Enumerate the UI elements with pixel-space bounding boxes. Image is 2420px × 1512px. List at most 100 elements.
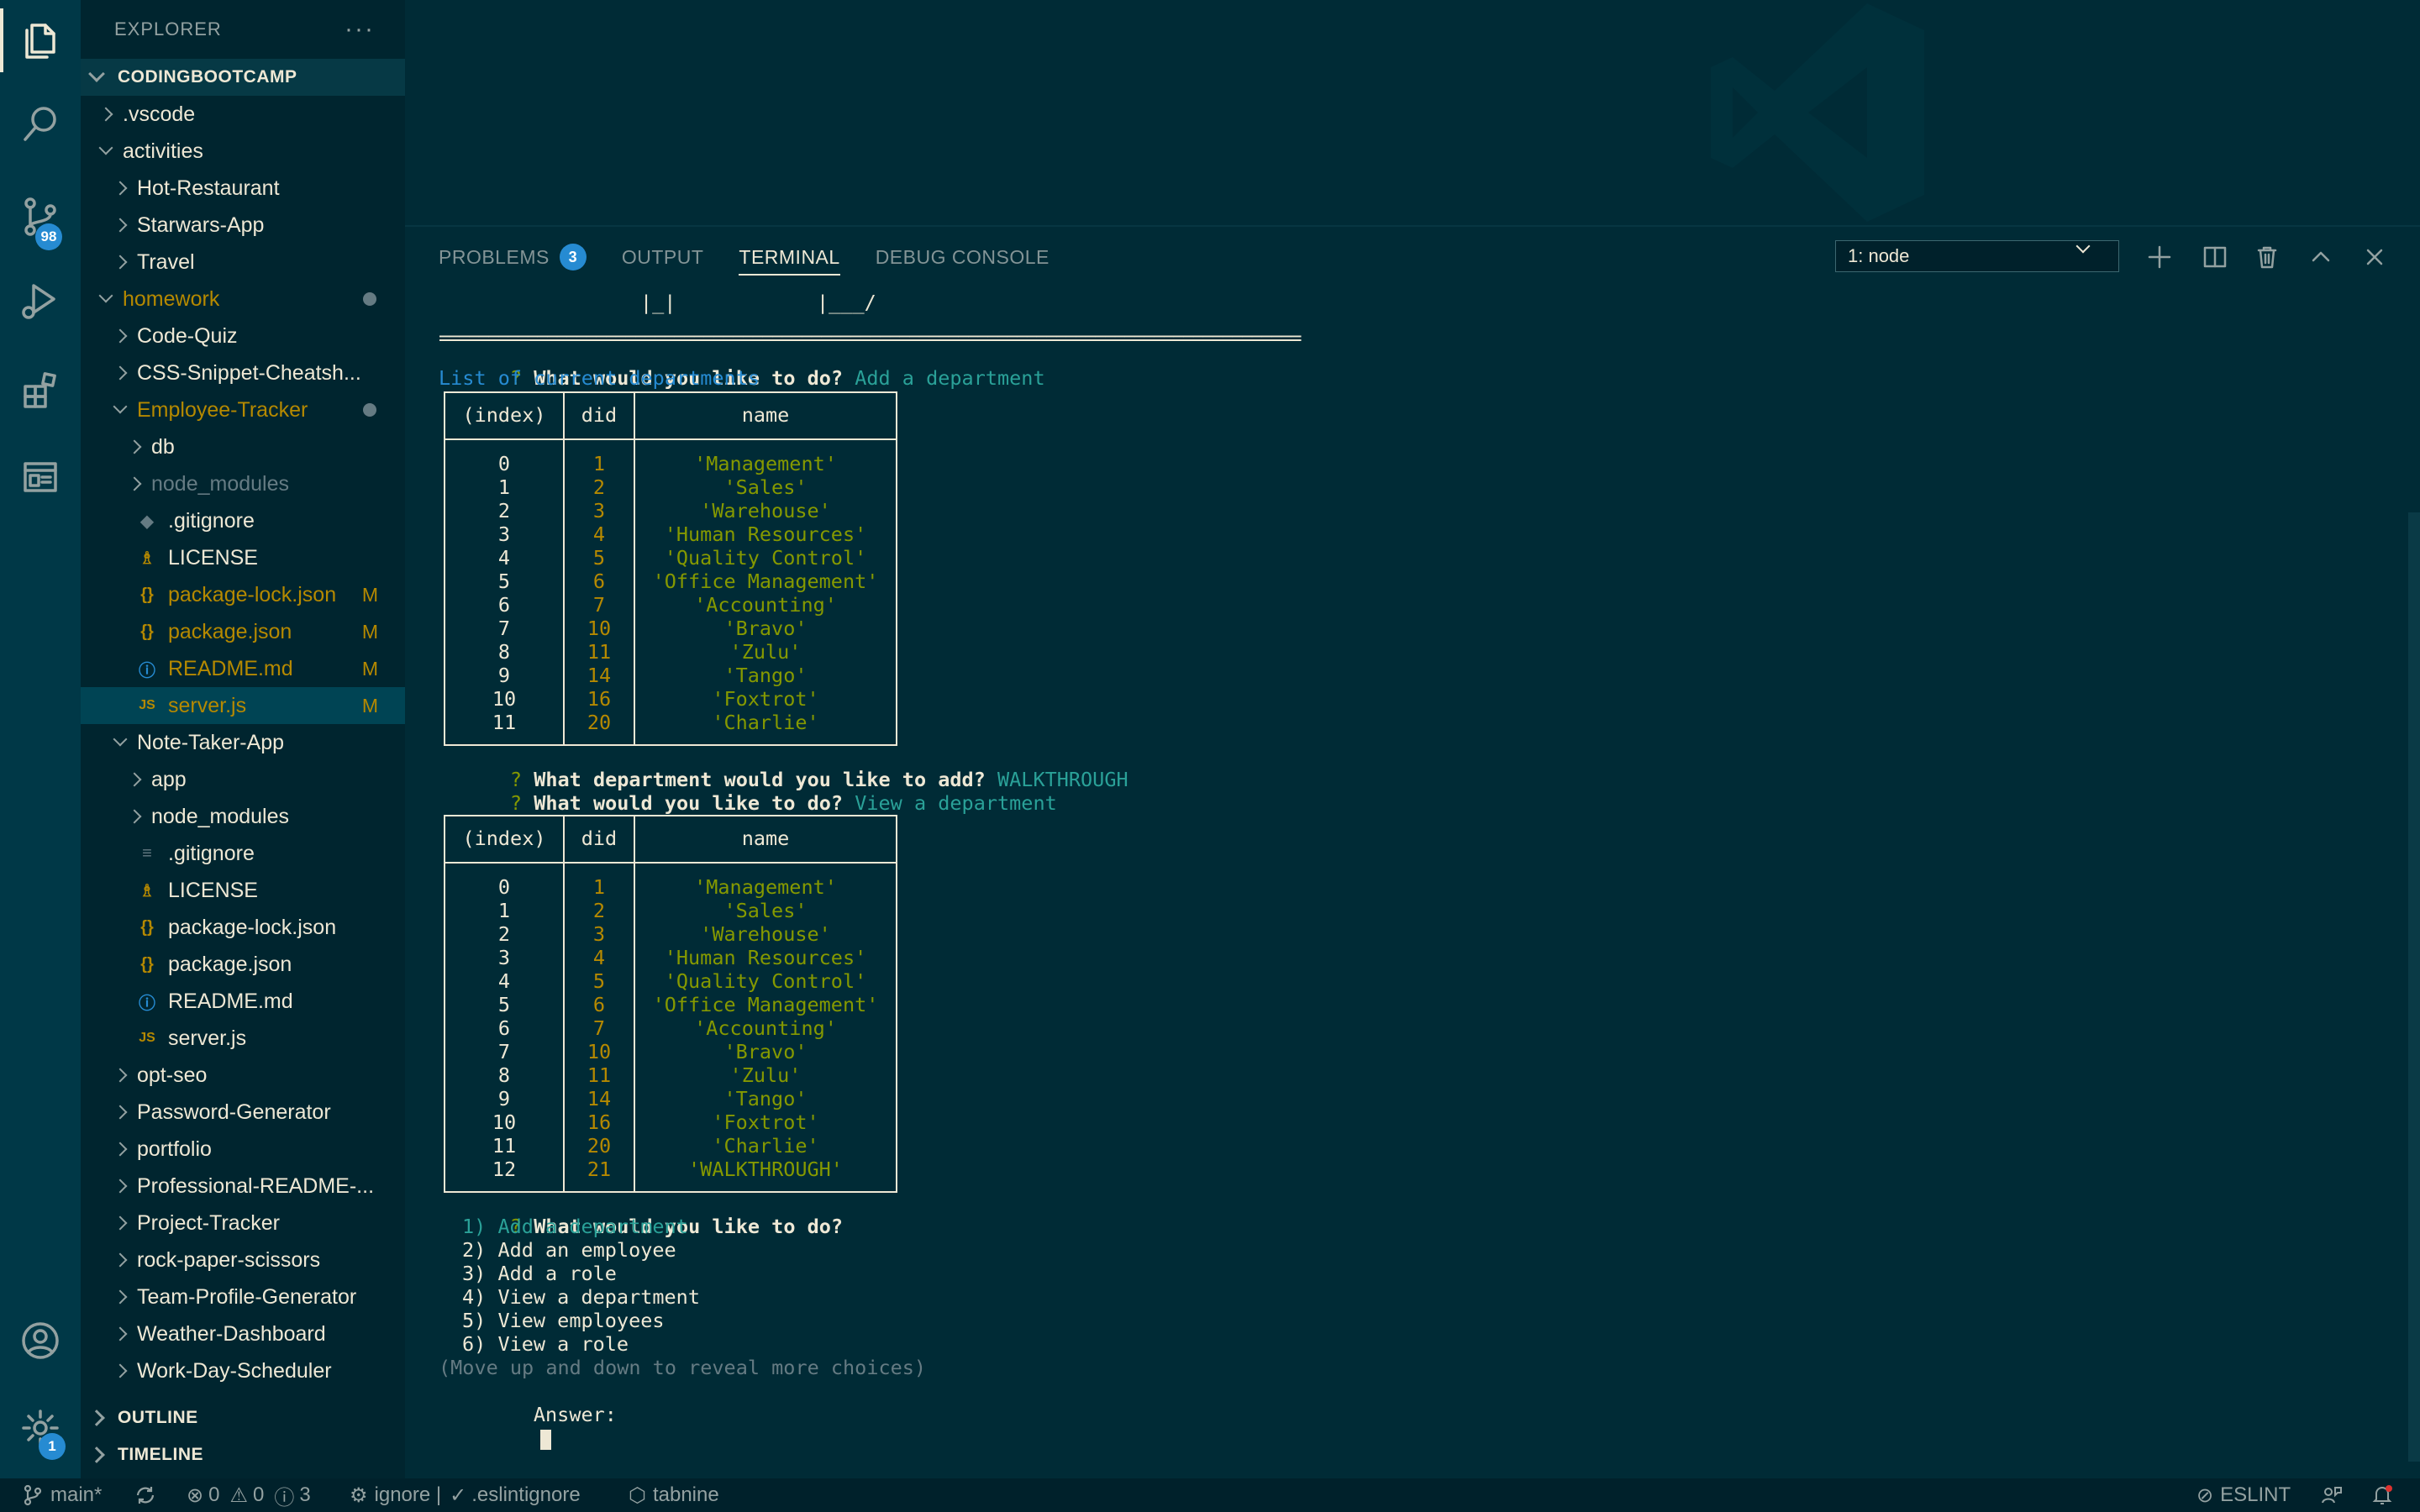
- answer-line[interactable]: Answer:: [462, 1379, 617, 1450]
- tree-file[interactable]: ♗ LICENSE: [81, 539, 405, 576]
- tree-file[interactable]: ≡ .gitignore: [81, 835, 405, 872]
- tree-file[interactable]: {} package.json: [81, 946, 405, 983]
- tree-item-label: server.js: [168, 1026, 247, 1050]
- sync-icon[interactable]: [134, 1478, 156, 1512]
- table-cell: 1: [592, 452, 606, 475]
- tree-item-label: Code-Quiz: [137, 323, 238, 348]
- feedback-icon[interactable]: [2321, 1478, 2343, 1512]
- choice-item[interactable]: 2) Add an employee: [462, 1238, 676, 1262]
- tree-file[interactable]: ◆ .gitignore: [81, 502, 405, 539]
- tab-debug-console[interactable]: DEBUG CONSOLE: [876, 227, 1050, 287]
- tree-folder[interactable]: Note-Taker-App: [81, 724, 405, 761]
- panel-tabs: PROBLEMS 3 OUTPUT TERMINAL DEBUG CONSOLE: [439, 227, 1085, 287]
- modified-flag: M: [361, 583, 378, 606]
- chevron-down-icon: [113, 399, 128, 414]
- tree-file[interactable]: {} package.json M: [81, 613, 405, 650]
- trash-icon[interactable]: [2250, 240, 2284, 274]
- tree-folder[interactable]: Hot-Restaurant: [81, 170, 405, 207]
- tree-file[interactable]: ⓘ README.md M: [81, 650, 405, 687]
- tree-folder[interactable]: homework: [81, 281, 405, 318]
- prompt-question: What would you like to do?: [534, 791, 844, 815]
- extensions-icon[interactable]: [0, 349, 81, 430]
- choice-item[interactable]: 1) Add a department: [462, 1215, 688, 1238]
- tree-file[interactable]: {} package-lock.json M: [81, 576, 405, 613]
- tree-folder[interactable]: app: [81, 761, 405, 798]
- departments-table: (index) did name 0 1 'Management' 1 2 'Sales' 2 3 '…: [444, 815, 897, 1193]
- table-cell: 6: [497, 1016, 511, 1040]
- search-icon[interactable]: [0, 84, 81, 165]
- table-cell: 1: [497, 475, 511, 499]
- choice-item[interactable]: 6) View a role: [462, 1332, 629, 1356]
- problems-status[interactable]: ⊗ 0 ⚠ 0 ⓘ 3: [187, 1478, 311, 1512]
- tree-folder[interactable]: activities: [81, 133, 405, 170]
- tree-folder[interactable]: Password-Generator: [81, 1094, 405, 1131]
- workspace-root[interactable]: CODINGBOOTCAMP: [81, 59, 405, 96]
- tree-folder[interactable]: Code-Quiz: [81, 318, 405, 354]
- source-control-icon[interactable]: 98: [0, 176, 81, 257]
- tree-folder[interactable]: Starwars-App: [81, 207, 405, 244]
- terminal-scrollbar[interactable]: [2408, 512, 2420, 1462]
- table-cell: 7: [592, 1016, 606, 1040]
- table-cell: 10: [492, 687, 517, 711]
- remote-explorer-icon[interactable]: [0, 437, 81, 517]
- tree-folder[interactable]: portfolio: [81, 1131, 405, 1168]
- table-cell: 5: [592, 546, 606, 570]
- timeline-section[interactable]: TIMELINE: [81, 1436, 405, 1473]
- more-actions-icon[interactable]: ···: [345, 15, 375, 44]
- tree-folder[interactable]: node_modules: [81, 798, 405, 835]
- branch-status[interactable]: main*: [24, 1478, 102, 1512]
- choice-item[interactable]: 5) View employees: [462, 1309, 665, 1332]
- tree-file[interactable]: JS server.js: [81, 1020, 405, 1057]
- terminal-output[interactable]: |_| |___/ ==============================…: [439, 291, 2388, 1475]
- table-cell: 6: [592, 993, 606, 1016]
- tabnine-label: tabnine: [652, 1483, 719, 1506]
- modified-dot-icon: [363, 292, 376, 306]
- tree-folder[interactable]: opt-seo: [81, 1057, 405, 1094]
- ignore-status[interactable]: ⚙ ignore | ✓ .eslintignore: [350, 1478, 581, 1512]
- tree-folder[interactable]: CSS-Snippet-Cheatsh...: [81, 354, 405, 391]
- tree-file[interactable]: ♗ LICENSE: [81, 872, 405, 909]
- choice-item[interactable]: 3) Add a role: [462, 1262, 617, 1285]
- maximize-icon[interactable]: [2304, 240, 2338, 274]
- tab-output[interactable]: OUTPUT: [622, 227, 704, 287]
- tree-item-label: package.json: [168, 952, 292, 976]
- close-icon[interactable]: [2358, 240, 2391, 274]
- gear-icon[interactable]: 1: [0, 1388, 81, 1468]
- tree-folder[interactable]: Work-Day-Scheduler: [81, 1352, 405, 1389]
- tree-item-label: Team-Profile-Generator: [137, 1284, 357, 1309]
- tree-folder[interactable]: Weather-Dashboard: [81, 1315, 405, 1352]
- tree-file[interactable]: {} package-lock.json: [81, 909, 405, 946]
- terminal-select[interactable]: 1: node: [1835, 239, 2119, 272]
- tree-item-label: portfolio: [137, 1137, 212, 1161]
- add-terminal-icon[interactable]: [2143, 240, 2176, 274]
- tabnine-status[interactable]: ⬡ tabnine: [629, 1478, 719, 1512]
- account-icon[interactable]: [0, 1300, 81, 1381]
- tree-folder[interactable]: Travel: [81, 244, 405, 281]
- eslint-status[interactable]: ⊘ ESLINT: [2196, 1478, 2291, 1512]
- table-header-cell: did: [581, 403, 618, 427]
- warning-count: 0: [252, 1483, 265, 1506]
- tree-folder[interactable]: node_modules: [81, 465, 405, 502]
- tab-terminal[interactable]: TERMINAL: [739, 227, 840, 287]
- tree-folder[interactable]: Project-Tracker: [81, 1205, 405, 1242]
- run-debug-icon[interactable]: [0, 260, 81, 341]
- notifications-icon[interactable]: [2371, 1478, 2393, 1512]
- tree-folder[interactable]: db: [81, 428, 405, 465]
- tree-file[interactable]: ⓘ README.md: [81, 983, 405, 1020]
- outline-section[interactable]: OUTLINE: [81, 1399, 405, 1436]
- chevron-right-icon: [88, 1446, 105, 1463]
- split-terminal-icon[interactable]: [2198, 240, 2232, 274]
- explorer-icon[interactable]: [0, 0, 81, 81]
- tree-file[interactable]: JS server.js M: [81, 687, 405, 724]
- tree-folder[interactable]: .vscode: [81, 96, 405, 133]
- tree-item-label: node_modules: [151, 471, 290, 496]
- tab-problems[interactable]: PROBLEMS 3: [439, 227, 587, 287]
- choice-item[interactable]: 4) View a department: [462, 1285, 700, 1309]
- tree-folder[interactable]: Professional-README-...: [81, 1168, 405, 1205]
- tree-folder[interactable]: rock-paper-scissors: [81, 1242, 405, 1278]
- tree-folder[interactable]: Team-Profile-Generator: [81, 1278, 405, 1315]
- modified-flag: M: [361, 694, 378, 717]
- tree-item-label: .vscode: [123, 102, 196, 126]
- table-cell: 1: [497, 899, 511, 922]
- tree-folder[interactable]: Employee-Tracker: [81, 391, 405, 428]
